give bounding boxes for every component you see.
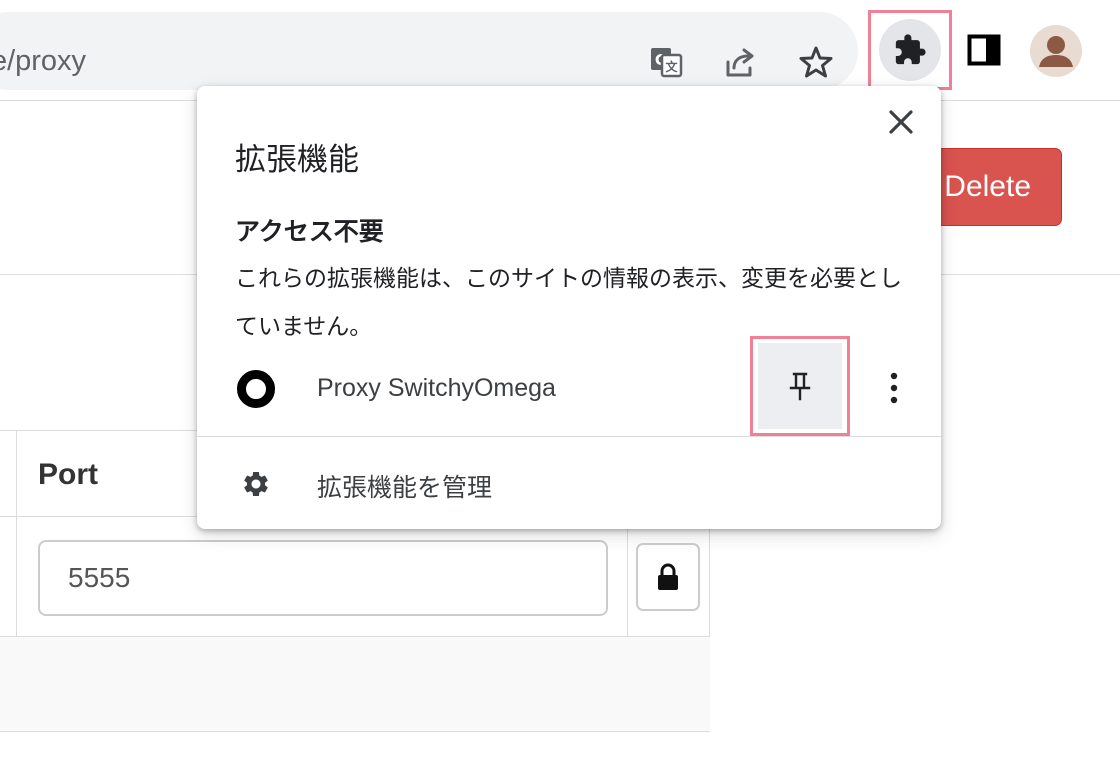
side-panel-icon[interactable] <box>962 28 1006 72</box>
profile-avatar-icon[interactable] <box>1030 25 1082 77</box>
pin-icon <box>789 372 811 401</box>
screen: file/proxy G 文 <box>0 0 1120 758</box>
extensions-puzzle-icon <box>879 19 941 81</box>
address-bar[interactable]: file/proxy G 文 <box>0 12 858 90</box>
close-button[interactable] <box>883 104 919 140</box>
table-row <box>0 636 710 732</box>
table-border <box>16 430 17 636</box>
close-icon <box>889 110 913 134</box>
switchyomega-ring-icon <box>237 370 275 408</box>
share-icon[interactable] <box>720 42 760 82</box>
port-column-header: Port <box>38 458 98 491</box>
extensions-popup: 拡張機能 アクセス不要 これらの拡張機能は、このサイトの情報の表示、変更を必要と… <box>197 86 941 529</box>
section-heading: アクセス不要 <box>235 218 384 246</box>
bookmark-star-icon[interactable] <box>796 42 836 82</box>
popup-title: 拡張機能 <box>235 142 359 177</box>
extension-name[interactable]: Proxy SwitchyOmega <box>317 374 556 403</box>
extensions-button[interactable] <box>868 10 952 90</box>
lock-button[interactable] <box>636 543 700 611</box>
manage-extensions-item[interactable]: 拡張機能を管理 <box>197 437 941 529</box>
svg-text:文: 文 <box>665 59 678 74</box>
manage-extensions-label: 拡張機能を管理 <box>317 474 493 502</box>
more-options-button[interactable] <box>879 368 909 408</box>
table-border <box>627 516 628 636</box>
address-bar-url[interactable]: file/proxy <box>0 45 86 78</box>
lock-icon <box>658 563 678 590</box>
translate-icon[interactable]: G 文 <box>646 42 686 82</box>
pin-extension-button[interactable] <box>750 336 850 436</box>
more-vert-icon <box>890 372 898 404</box>
gear-icon <box>244 472 268 496</box>
port-input[interactable]: 5555 <box>38 540 608 616</box>
